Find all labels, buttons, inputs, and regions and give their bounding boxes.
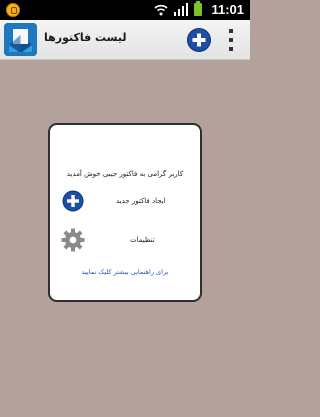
action-bar: لیست فاکتورها xyxy=(0,20,250,60)
new-invoice-label: ایجاد فاکتور جدید xyxy=(116,197,166,205)
overflow-dot xyxy=(229,29,233,33)
notification-icon[interactable] xyxy=(6,3,20,17)
invoice-app-icon[interactable] xyxy=(4,23,37,56)
settings-option[interactable]: تنظیمات xyxy=(50,226,200,256)
new-invoice-option[interactable]: ایجاد فاکتور جدید xyxy=(50,188,200,216)
clock: 11:01 xyxy=(211,2,244,17)
wifi-icon xyxy=(154,4,168,15)
battery-icon xyxy=(194,1,202,16)
add-invoice-button[interactable] xyxy=(186,27,212,53)
overflow-dot xyxy=(229,47,233,51)
overflow-menu-button[interactable] xyxy=(224,29,238,51)
add-circle-icon xyxy=(62,190,84,212)
overflow-dot xyxy=(229,38,233,42)
add-circle-icon xyxy=(187,28,211,52)
welcome-message: کاربر گرامی به فاکتور جیبی خوش آمدید xyxy=(66,170,184,178)
settings-label: تنظیمات xyxy=(130,236,155,244)
welcome-dialog: کاربر گرامی به فاکتور جیبی خوش آمدید ایج… xyxy=(48,123,202,302)
page-title: لیست فاکتورها xyxy=(44,31,127,44)
help-link[interactable]: برای راهنمایی بیشتر کلیک نمایید xyxy=(50,268,200,276)
gear-icon xyxy=(61,228,85,252)
signal-icon xyxy=(174,3,188,16)
status-bar: 11:01 xyxy=(0,0,250,20)
